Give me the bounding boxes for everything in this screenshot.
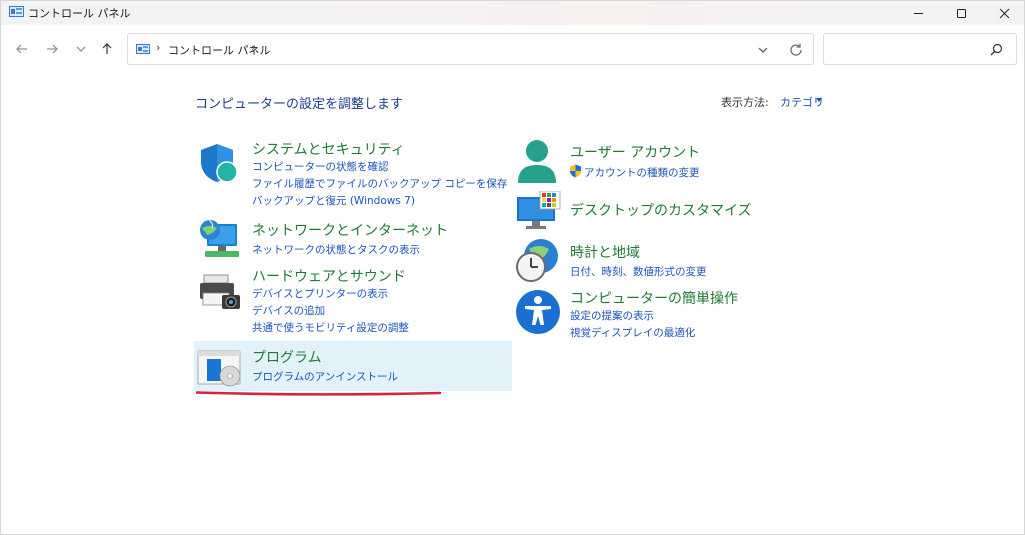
breadcrumb-separator[interactable]: › (251, 41, 255, 54)
programs-icon[interactable] (197, 348, 243, 388)
search-box[interactable] (823, 33, 1017, 65)
dropdown-arrow-icon[interactable] (816, 98, 822, 102)
network-globe-icon[interactable] (197, 216, 241, 260)
refresh-icon[interactable] (788, 42, 804, 58)
address-bar[interactable]: › コントロール パネル › (127, 33, 814, 65)
shield-icon[interactable] (198, 142, 240, 184)
navigation-bar: › コントロール パネル › (1, 25, 1024, 73)
accessibility-icon[interactable] (515, 289, 561, 335)
control-panel-icon (136, 44, 150, 54)
desktop-customization-icon[interactable] (516, 191, 562, 231)
link-backup-restore[interactable]: バックアップと復元 (Windows 7) (252, 193, 415, 208)
view-by-dropdown[interactable]: カテゴリ (780, 94, 824, 110)
title-bar[interactable]: コントロール パネル (1, 1, 1024, 25)
clock-globe-icon[interactable] (515, 237, 561, 283)
minimize-icon (913, 12, 923, 14)
close-icon (999, 8, 1009, 18)
arrow-right-icon (47, 44, 58, 54)
search-icon[interactable] (990, 43, 1003, 56)
category-programs[interactable]: プログラム (252, 347, 322, 367)
minimize-button[interactable] (896, 1, 940, 25)
category-clock-region[interactable]: 時計と地域 (570, 242, 640, 262)
category-desktop-customization[interactable]: デスクトップのカスタマイズ (570, 200, 752, 220)
category-user-accounts[interactable]: ユーザー アカウント (570, 142, 700, 162)
link-network-status-tasks[interactable]: ネットワークの状態とタスクの表示 (252, 242, 420, 257)
link-optimize-visual-display[interactable]: 視覚ディスプレイの最適化 (570, 325, 695, 340)
maximize-icon (956, 8, 966, 18)
link-change-date-time-format[interactable]: 日付、時刻、数値形式の変更 (570, 264, 707, 279)
link-add-device[interactable]: デバイスの追加 (252, 303, 325, 318)
page-title: コンピューターの設定を調整します (195, 97, 404, 112)
printer-camera-icon[interactable] (198, 273, 242, 313)
category-hardware-sound[interactable]: ハードウェアとサウンド (252, 266, 406, 286)
window-title: コントロール パネル (28, 7, 131, 20)
up-button[interactable] (96, 39, 118, 59)
forward-button[interactable] (41, 39, 63, 59)
control-panel-icon (9, 6, 24, 17)
link-mobility-settings[interactable]: 共通で使うモビリティ設定の調整 (252, 320, 409, 335)
category-ease-of-access[interactable]: コンピューターの簡単操作 (570, 288, 738, 308)
search-input[interactable] (830, 40, 980, 58)
link-uninstall-program[interactable]: プログラムのアンインストール (252, 369, 398, 384)
link-check-computer-status[interactable]: コンピューターの状態を確認 (252, 159, 389, 174)
category-network-internet[interactable]: ネットワークとインターネット (252, 220, 448, 240)
red-annotation-underline (196, 391, 441, 396)
link-suggested-settings[interactable]: 設定の提案の表示 (570, 308, 654, 323)
view-by-label: 表示方法: (721, 96, 769, 109)
link-devices-printers[interactable]: デバイスとプリンターの表示 (252, 286, 388, 301)
close-button[interactable] (982, 1, 1025, 25)
back-button[interactable] (11, 39, 33, 59)
maximize-button[interactable] (939, 1, 983, 25)
category-system-security[interactable]: システムとセキュリティ (252, 139, 405, 159)
control-panel-window: コントロール パネル › コントロール パネル › コンピューターの設定を調整し… (0, 0, 1025, 535)
recent-locations-button[interactable] (70, 39, 92, 59)
arrow-left-icon (16, 44, 27, 54)
breadcrumb-separator[interactable]: › (156, 41, 160, 54)
user-account-icon[interactable] (516, 139, 558, 185)
link-file-history-backup[interactable]: ファイル履歴でファイルのバックアップ コピーを保存 (252, 176, 507, 191)
link-change-account-type[interactable]: アカウントの種類の変更 (584, 165, 700, 180)
chevron-down-icon[interactable] (756, 43, 770, 57)
uac-shield-icon (570, 164, 581, 178)
arrow-up-icon (102, 43, 112, 54)
chevron-down-icon (76, 46, 86, 52)
